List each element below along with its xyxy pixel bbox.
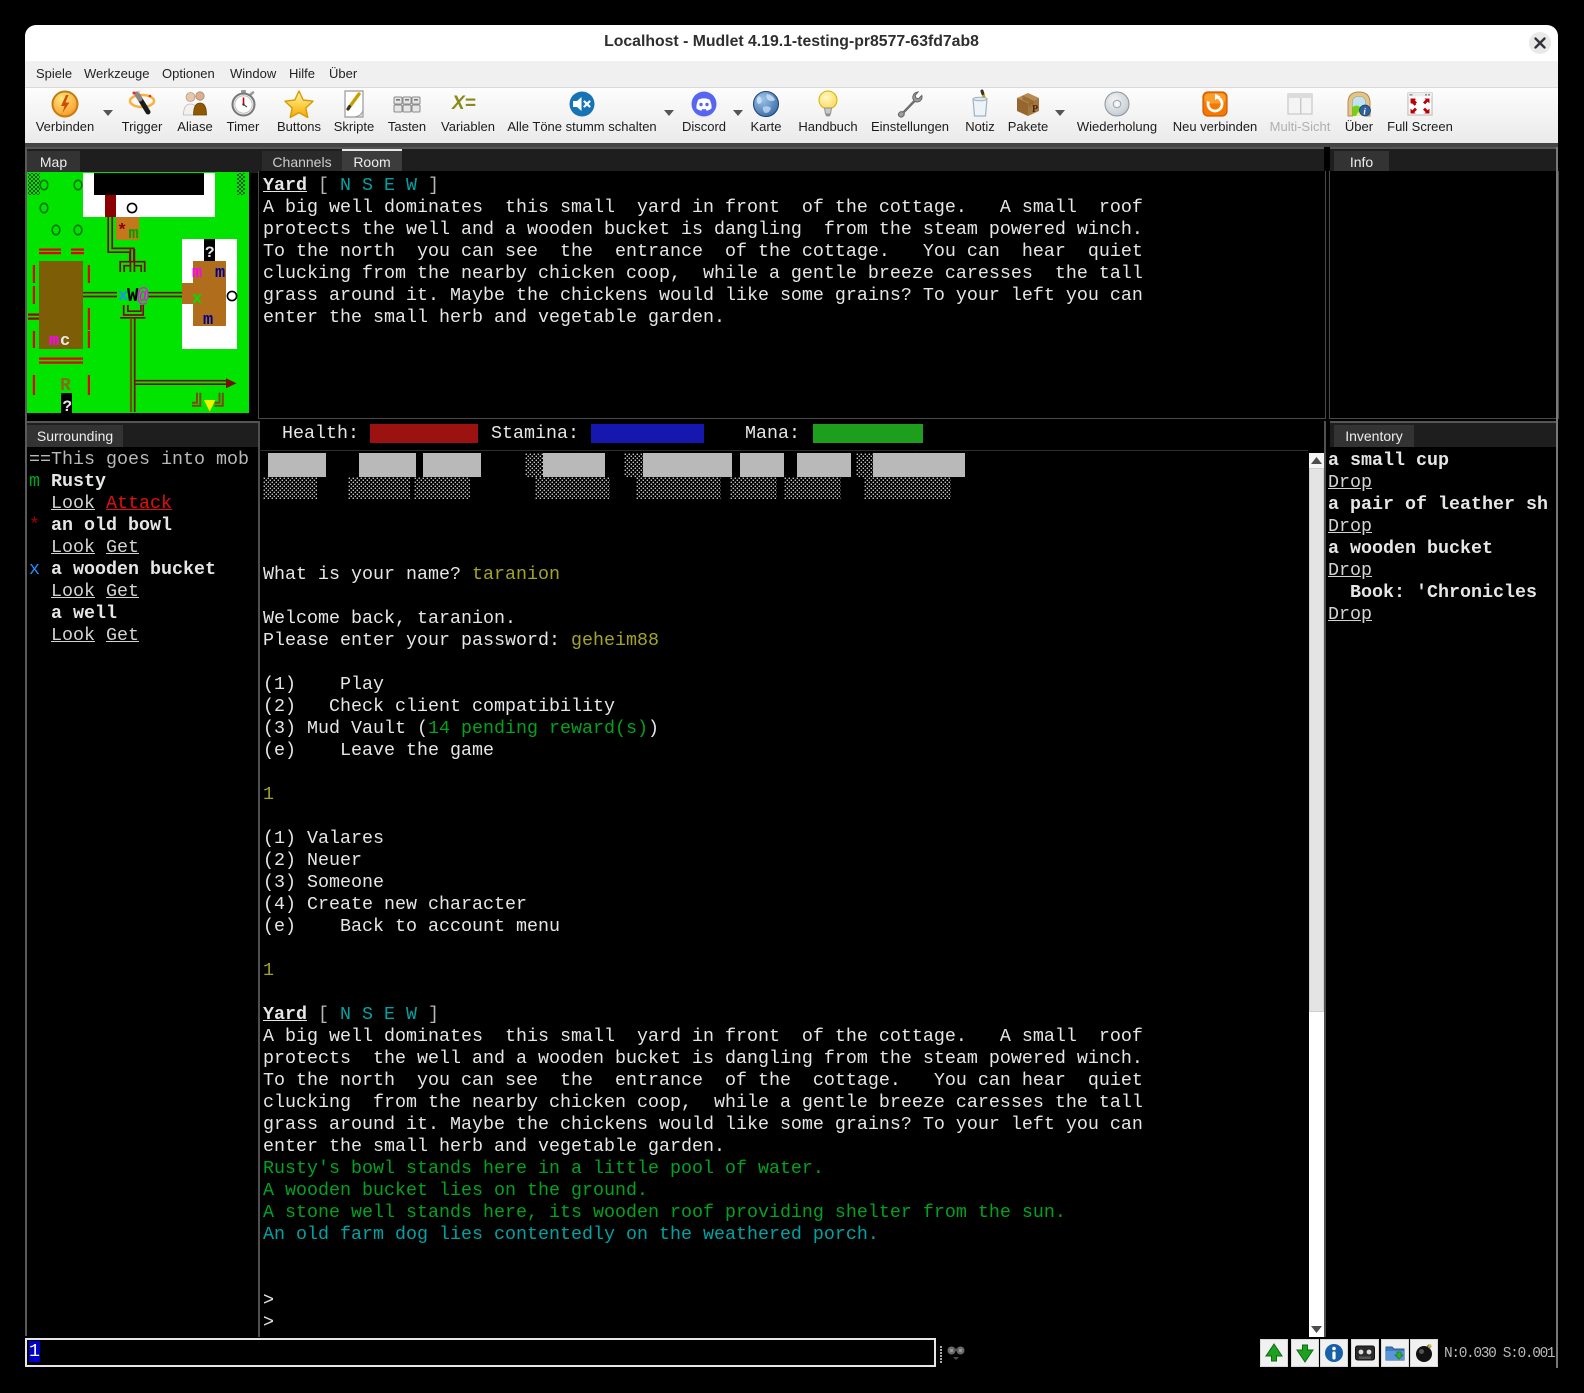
svg-text:m: m	[203, 311, 213, 330]
svg-text:m: m	[129, 225, 139, 244]
svg-text:c: c	[60, 332, 70, 351]
svg-text:*: *	[117, 222, 127, 241]
svg-text:?: ?	[205, 244, 215, 262]
svg-text:P: P	[1032, 104, 1038, 115]
svg-text:m: m	[49, 332, 59, 351]
svg-text:m: m	[215, 264, 225, 283]
svg-text:m: m	[192, 264, 202, 283]
svg-text:x: x	[192, 290, 202, 309]
svg-text:?: ?	[63, 398, 73, 415]
